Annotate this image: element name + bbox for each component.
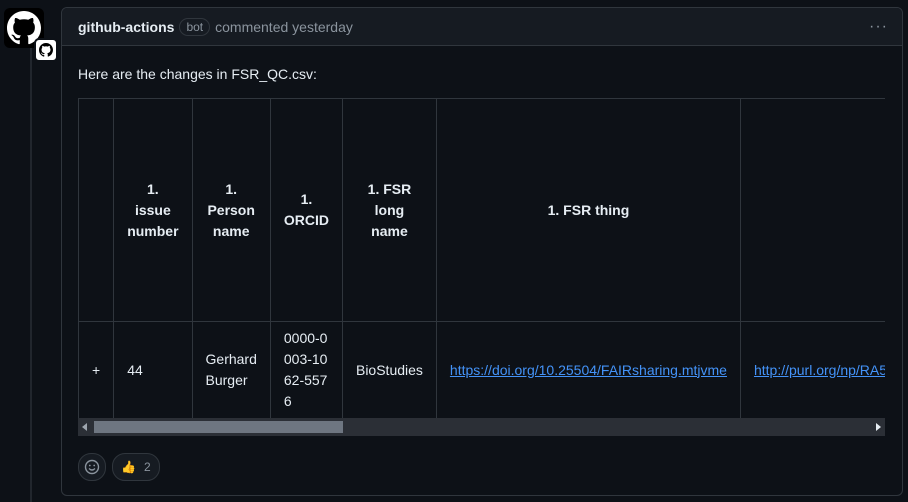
next-cell-link[interactable]: http://purl.org/np/RA5 [754,362,885,378]
thumbs-up-reaction-button[interactable]: 👍 2 [112,453,160,481]
cell-person-name: Gerhard Burger [191,321,271,419]
comment-timestamp[interactable]: commented yesterday [215,19,353,35]
table-header-person-name: 1. Person name [191,98,271,322]
bot-badge: bot [179,17,211,36]
cell-fsr-thing: https://doi.org/10.25504/FAIRsharing.mtj… [435,321,741,419]
comment-body: Here are the changes in FSR_QC.csv: 1. i… [62,66,902,435]
table-header-fsr-long-name: 1. FSR long name [341,98,437,322]
add-reaction-button[interactable] [78,453,106,481]
scrollbar-thumb[interactable] [94,421,343,433]
author-link[interactable]: github-actions [78,19,174,35]
table-header-next [739,98,885,322]
author-avatar[interactable] [4,8,58,62]
cell-issue-number: 44 [113,321,193,419]
comment-header: github-actions bot commented yesterday ·… [62,8,902,46]
table-header-row: 1. issue number 1. Person name 1. ORCID … [78,98,885,322]
changes-table: 1. issue number 1. Person name 1. ORCID … [78,98,885,419]
comment-intro: Here are the changes in FSR_QC.csv: [78,66,317,82]
table-header-issue-number: 1. issue number [113,98,193,322]
thumbs-up-count: 2 [143,460,151,474]
changes-table-container: 1. issue number 1. Person name 1. ORCID … [78,98,885,435]
reactions-bar: 👍 2 [78,453,160,481]
cell-fsr-long-name: BioStudies [341,321,437,419]
smiley-icon [84,459,100,475]
timeline-line [30,48,32,502]
scroll-right-arrow-icon[interactable] [876,423,881,431]
table-header-marker [78,98,115,322]
cell-orcid: 0000-0003-1062-5576 [269,321,343,419]
table-header-orcid: 1. ORCID [269,98,343,322]
fsr-thing-link[interactable]: https://doi.org/10.25504/FAIRsharing.mtj… [450,362,727,378]
bot-avatar-badge [34,38,58,62]
thumbs-up-icon: 👍 [121,460,136,474]
github-mark-icon [39,43,53,57]
cell-next: http://purl.org/np/RA5 [739,321,885,419]
row-marker: + [78,321,115,419]
table-header-fsr-thing: 1. FSR thing [435,98,741,322]
scroll-left-arrow-icon[interactable] [82,423,87,431]
more-options-icon[interactable]: ··· [869,18,888,36]
table-row: + 44 Gerhard Burger 0000-0003-1062-5576 … [78,321,885,419]
table-horizontal-scrollbar[interactable] [78,418,885,436]
